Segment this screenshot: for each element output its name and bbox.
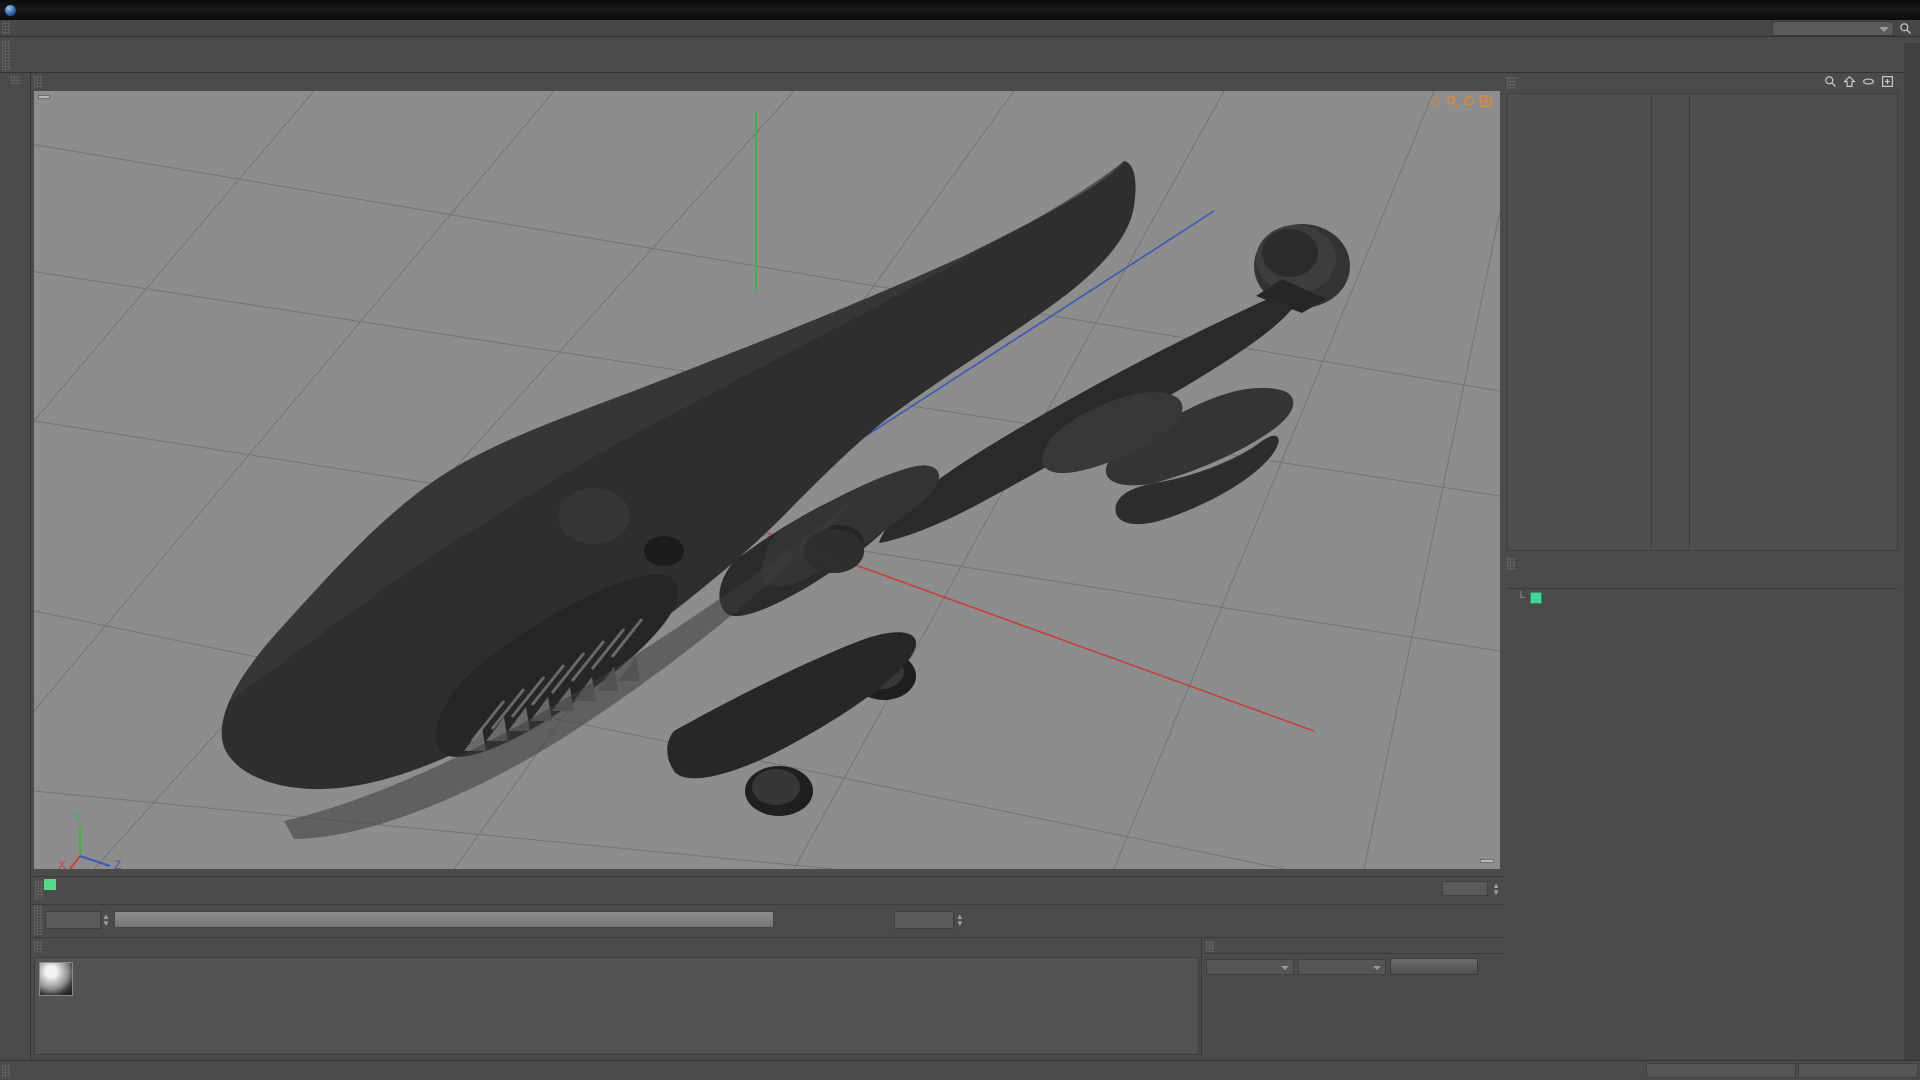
material-grip-icon xyxy=(34,940,43,953)
toolbar-grip-icon xyxy=(2,39,11,70)
timeline-ruler-panel[interactable]: ▲ ▼ xyxy=(32,876,1504,904)
maxon-brand-label xyxy=(2,934,28,1054)
material-manager-menu xyxy=(32,938,1201,955)
viewport-nav-icons xyxy=(1429,95,1492,107)
expand-icon[interactable] xyxy=(1881,75,1894,88)
fps-field[interactable] xyxy=(893,910,954,929)
object-manager-tools xyxy=(1824,75,1894,88)
c4d-logo-icon xyxy=(4,3,17,17)
material-list[interactable] xyxy=(34,957,1199,1055)
current-frame-field[interactable] xyxy=(45,910,101,929)
viewport-3d[interactable]: Y Z X xyxy=(34,91,1500,869)
svg-text:Z: Z xyxy=(114,858,121,869)
fps-stepper-icon[interactable]: ▲ ▼ xyxy=(956,912,964,927)
viewport-grip-icon xyxy=(34,75,43,88)
layer-manager-grip-icon xyxy=(1507,557,1516,570)
coordinate-bottom-row xyxy=(1204,958,1504,975)
timeline-frame-field[interactable] xyxy=(1442,881,1489,896)
zoom-view-icon[interactable] xyxy=(1446,95,1458,107)
search-icon[interactable] xyxy=(1824,75,1837,88)
statusbar-progress-group xyxy=(1646,1063,1918,1078)
material-sphere-icon[interactable] xyxy=(39,962,73,996)
viewport-grid: Y Z X xyxy=(34,91,1500,869)
timeline-ruler[interactable] xyxy=(44,878,1484,904)
layer-manager: └ xyxy=(1505,555,1900,1060)
svg-text:Y: Y xyxy=(74,810,82,824)
layer-color-swatch[interactable] xyxy=(1529,592,1542,604)
apply-button[interactable] xyxy=(1390,958,1478,975)
ellipse-icon[interactable] xyxy=(1862,75,1875,88)
progress-bar-1 xyxy=(1646,1063,1796,1078)
tree-branch-icon: └ xyxy=(1517,592,1525,604)
chevron-down-icon xyxy=(1879,27,1889,32)
statusbar-grip-icon xyxy=(2,1063,11,1078)
layer-columns-header xyxy=(1507,574,1898,589)
object-manager-grip-icon xyxy=(1507,75,1516,89)
object-column-separator-2 xyxy=(1689,94,1690,550)
coordinate-grip-icon xyxy=(1206,939,1215,952)
object-tree[interactable] xyxy=(1507,93,1898,551)
timeline-grip-icon xyxy=(35,880,44,900)
menu-bar xyxy=(0,20,1920,37)
coordinate-manager xyxy=(1204,937,1504,1057)
stepper-icon[interactable]: ▲ ▼ xyxy=(1492,881,1500,896)
material-item[interactable] xyxy=(39,962,73,996)
animation-toolbar: ▲ ▼ ▲ ▼ xyxy=(32,904,1504,935)
title-bar xyxy=(0,0,1920,20)
layer-row[interactable]: └ xyxy=(1507,590,1898,606)
viewport-menu xyxy=(32,73,1504,90)
current-frame-stepper-icon[interactable]: ▲ ▼ xyxy=(102,912,110,927)
layer-manager-menu xyxy=(1505,555,1900,572)
current-frame-marker[interactable] xyxy=(44,879,56,890)
time-range-slider[interactable] xyxy=(113,911,774,928)
right-side-tabs xyxy=(1904,43,1920,1060)
material-manager xyxy=(32,937,1202,1057)
pan-view-icon[interactable] xyxy=(1429,95,1441,107)
layout-selector-group xyxy=(1767,21,1912,36)
grid-spacing-label xyxy=(1480,859,1494,863)
search-icon[interactable] xyxy=(1899,22,1912,35)
menu-grip-icon xyxy=(2,21,11,35)
home-icon[interactable] xyxy=(1843,75,1856,88)
coordinate-mode-dropdown[interactable] xyxy=(1298,958,1386,975)
progress-bar-2 xyxy=(1798,1063,1918,1078)
left-toolbar-grip-icon xyxy=(10,75,20,84)
timeline-frame-field-group: ▲ ▼ xyxy=(1442,881,1500,896)
coordinate-space-dropdown[interactable] xyxy=(1206,958,1294,975)
chevron-down-icon xyxy=(1373,965,1381,970)
status-bar xyxy=(0,1060,1920,1080)
left-toolbar xyxy=(0,73,31,1060)
object-column-separator xyxy=(1651,94,1652,550)
perspective-label xyxy=(38,95,50,99)
object-manager-menu xyxy=(1505,73,1900,91)
chevron-down-icon xyxy=(1281,965,1289,970)
layout-dropdown[interactable] xyxy=(1772,21,1894,36)
svg-text:X: X xyxy=(58,858,66,869)
rotate-view-icon[interactable] xyxy=(1463,95,1475,107)
main-toolbar xyxy=(0,37,1920,73)
object-manager xyxy=(1505,73,1900,553)
maximize-view-icon[interactable] xyxy=(1480,95,1492,107)
animbar-grip-icon xyxy=(34,904,43,935)
coordinate-manager-header xyxy=(1204,938,1504,954)
viewport-panel: Y Z X xyxy=(32,73,1504,873)
cinema4d-window: Y Z X ▲ ▼ ▲ ▼ ▲ ▼ └ xyxy=(0,0,1920,1080)
